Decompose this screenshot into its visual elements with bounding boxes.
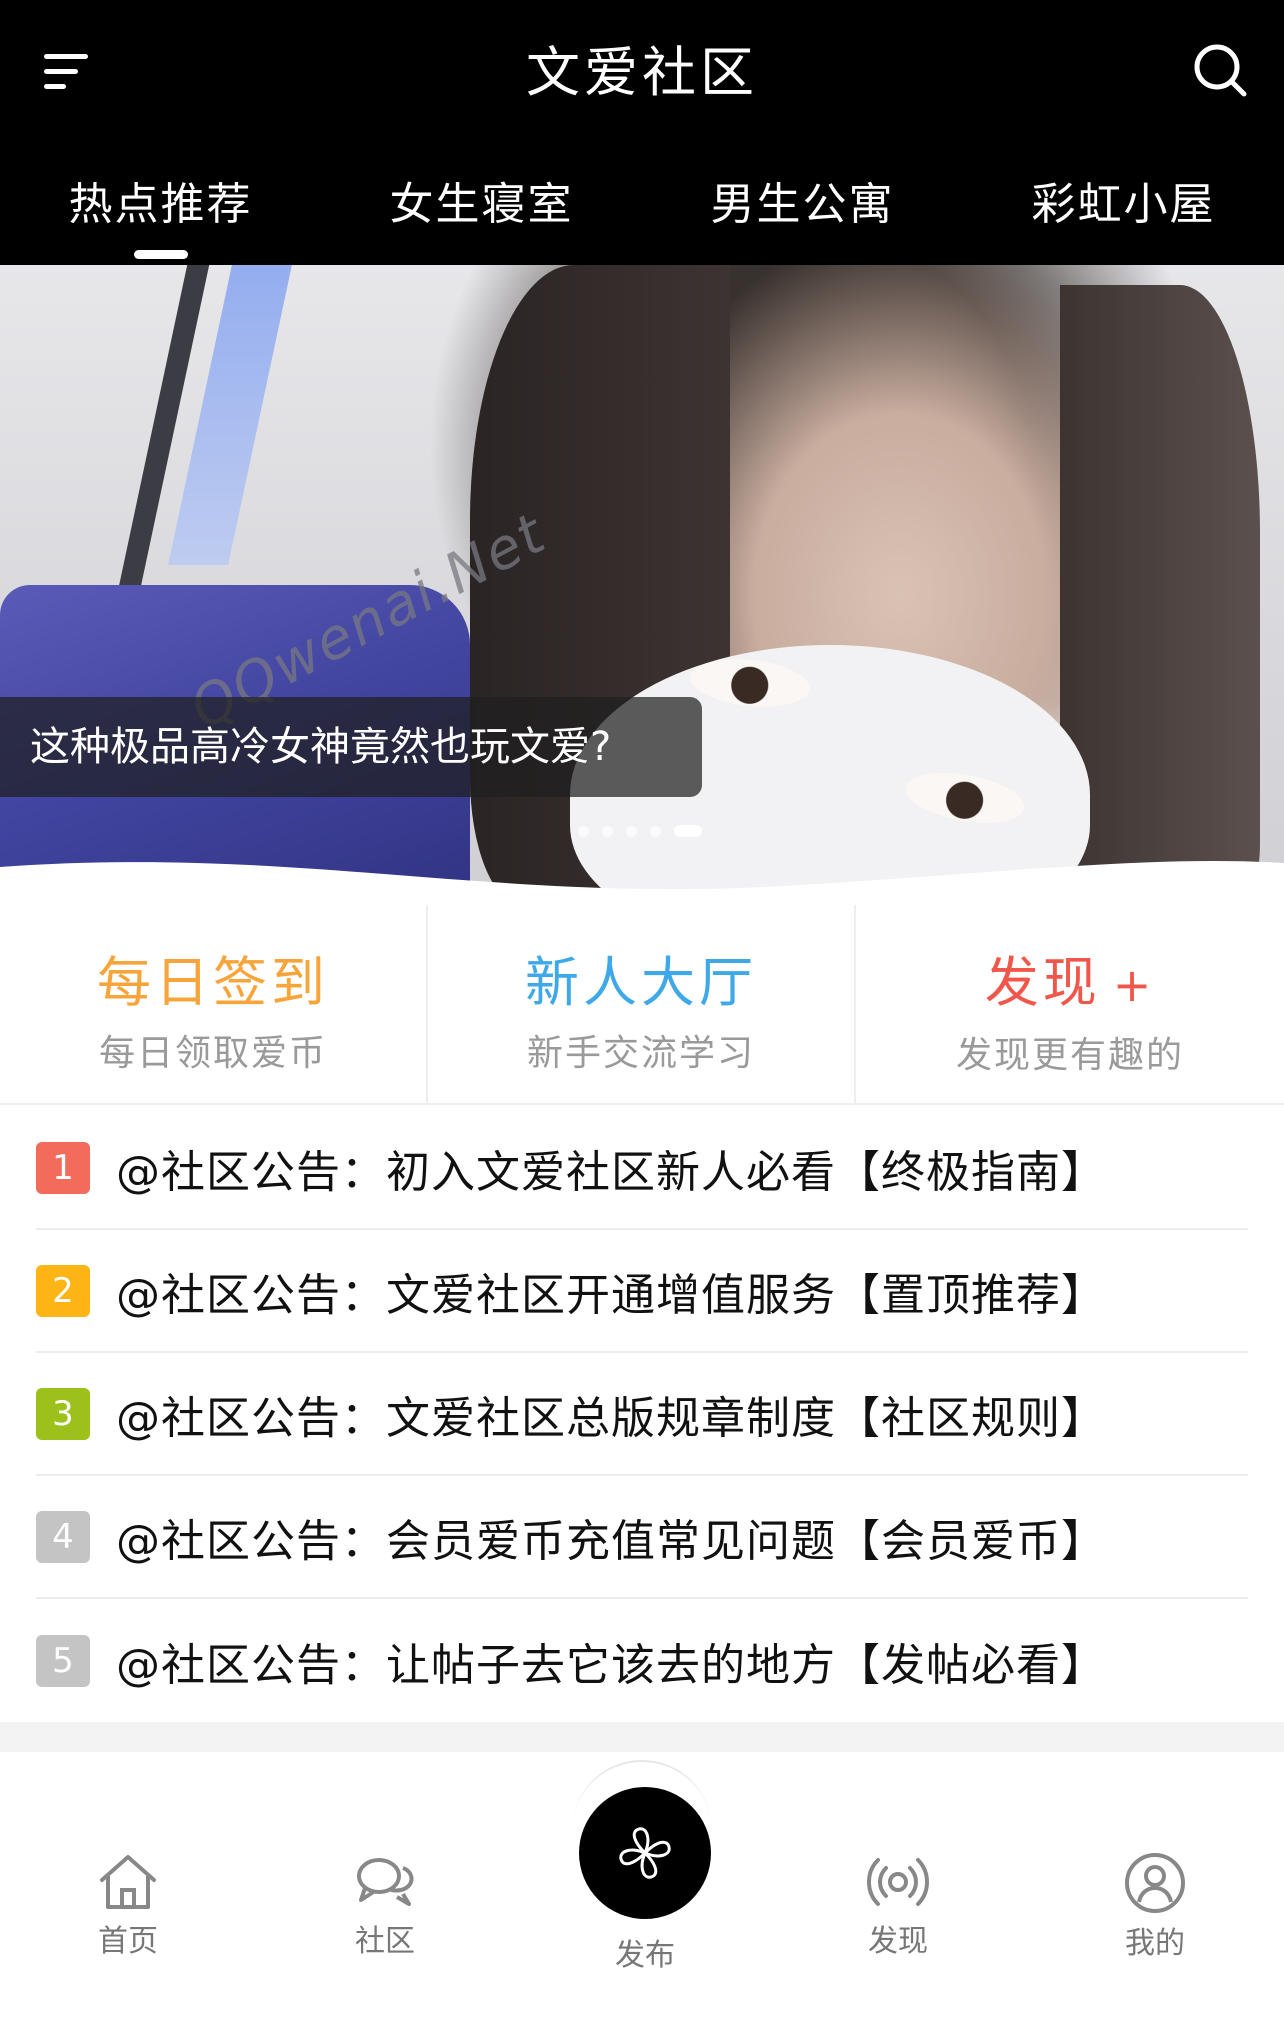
carousel-indicator [578, 825, 702, 837]
hero-banner[interactable]: QQwenai.Net 这种极品高冷女神竟然也玩文爱? [0, 265, 1284, 905]
tab-label: 女生寝室 [389, 179, 574, 230]
list-item[interactable]: 1 @社区公告：初入文爱社区新人必看【终极指南】 [36, 1107, 1248, 1230]
banner-caption[interactable]: 这种极品高冷女神竟然也玩文爱? [0, 697, 702, 797]
entry-title: 发现 [984, 951, 1101, 1014]
nav-label: 发现 [868, 1924, 928, 1959]
discover-entry[interactable]: 发现 + 发现更有趣的 [856, 905, 1284, 1103]
plus-icon: + [1112, 958, 1156, 1012]
carousel-dot[interactable] [650, 825, 661, 837]
tab-boys-apartment[interactable]: 男生公寓 [642, 170, 963, 240]
carousel-dot[interactable] [626, 825, 637, 837]
section-divider [0, 1722, 1284, 1752]
announcement-title: @社区公告：让帖子去它该去的地方【发帖必看】 [116, 1639, 1106, 1691]
list-item[interactable]: 4 @社区公告：会员爱币充值常见问题【会员爱币】 [36, 1476, 1248, 1599]
tab-girls-dorm[interactable]: 女生寝室 [321, 170, 642, 240]
rank-badge: 5 [36, 1634, 90, 1687]
publish-button[interactable] [579, 1787, 711, 1919]
nav-label: 我的 [1125, 1926, 1185, 1961]
nav-discover[interactable]: 发现 [818, 1852, 978, 1962]
category-tabs: 热点推荐 女生寝室 男生公寓 彩虹小屋 [0, 170, 1284, 259]
entry-title: 新人大厅 [525, 951, 757, 1014]
tab-rainbow-house[interactable]: 彩虹小屋 [963, 170, 1284, 240]
announcement-title: @社区公告：会员爱币充值常见问题【会员爱币】 [116, 1515, 1106, 1567]
rank-badge: 2 [36, 1264, 90, 1317]
search-icon [1194, 44, 1247, 97]
rank-badge: 1 [36, 1141, 90, 1194]
list-item[interactable]: 3 @社区公告：文爱社区总版规章制度【社区规则】 [36, 1353, 1248, 1476]
broadcast-icon [867, 1858, 929, 1906]
nav-label: 首页 [98, 1924, 158, 1959]
entry-subtitle: 每日领取爱币 [98, 1033, 327, 1074]
publish-label: 发布 [615, 1938, 675, 1973]
quick-entries: 每日签到 每日领取爱币 新人大厅 新手交流学习 发现 + 发现更有趣的 [0, 905, 1284, 1105]
rank-badge: 3 [36, 1387, 90, 1440]
banner-wave-edge [0, 861, 1284, 905]
nav-label: 社区 [355, 1924, 415, 1959]
entry-subtitle: 发现更有趣的 [955, 1035, 1184, 1076]
user-icon [1125, 1853, 1185, 1913]
daily-checkin-entry[interactable]: 每日签到 每日领取爱币 [0, 905, 428, 1103]
nav-profile[interactable]: 我的 [1075, 1852, 1235, 1964]
tab-hot[interactable]: 热点推荐 [0, 170, 321, 259]
banner-image-detail [1060, 285, 1260, 905]
bottom-nav: 首页 社区 发布 发现 我的 [0, 1752, 1284, 2029]
carousel-dot[interactable] [602, 825, 613, 837]
entry-title: 每日签到 [97, 951, 329, 1014]
rank-badge: 4 [36, 1510, 90, 1563]
announcement-list: 1 @社区公告：初入文爱社区新人必看【终极指南】 2 @社区公告：文爱社区开通增… [0, 1107, 1284, 1722]
list-item[interactable]: 5 @社区公告：让帖子去它该去的地方【发帖必看】 [36, 1599, 1248, 1722]
app-title: 文爱社区 [526, 41, 758, 104]
pinwheel-icon [619, 1827, 671, 1879]
entry-subtitle: 新手交流学习 [526, 1033, 755, 1074]
announcement-title: @社区公告：文爱社区总版规章制度【社区规则】 [116, 1392, 1106, 1444]
nav-community[interactable]: 社区 [305, 1852, 465, 1962]
list-item[interactable]: 2 @社区公告：文爱社区开通增值服务【置顶推荐】 [36, 1230, 1248, 1353]
tab-label: 彩虹小屋 [1031, 179, 1216, 230]
entry-title-row: 发现 + [856, 947, 1284, 1021]
tab-label: 热点推荐 [68, 179, 253, 230]
carousel-dot-active[interactable] [674, 825, 702, 837]
search-button[interactable] [1188, 38, 1252, 102]
home-icon [100, 1855, 156, 1909]
newcomer-hall-entry[interactable]: 新人大厅 新手交流学习 [428, 905, 856, 1103]
active-tab-indicator [134, 250, 188, 259]
top-header: 文爱社区 热点推荐 女生寝室 男生公寓 彩虹小屋 [0, 0, 1284, 265]
tab-label: 男生公寓 [710, 179, 895, 230]
carousel-dot[interactable] [578, 825, 589, 837]
nav-home[interactable]: 首页 [48, 1852, 208, 1962]
announcement-title: @社区公告：文爱社区开通增值服务【置顶推荐】 [116, 1269, 1106, 1321]
chat-icon [357, 1858, 414, 1906]
announcement-title: @社区公告：初入文爱社区新人必看【终极指南】 [116, 1146, 1106, 1198]
